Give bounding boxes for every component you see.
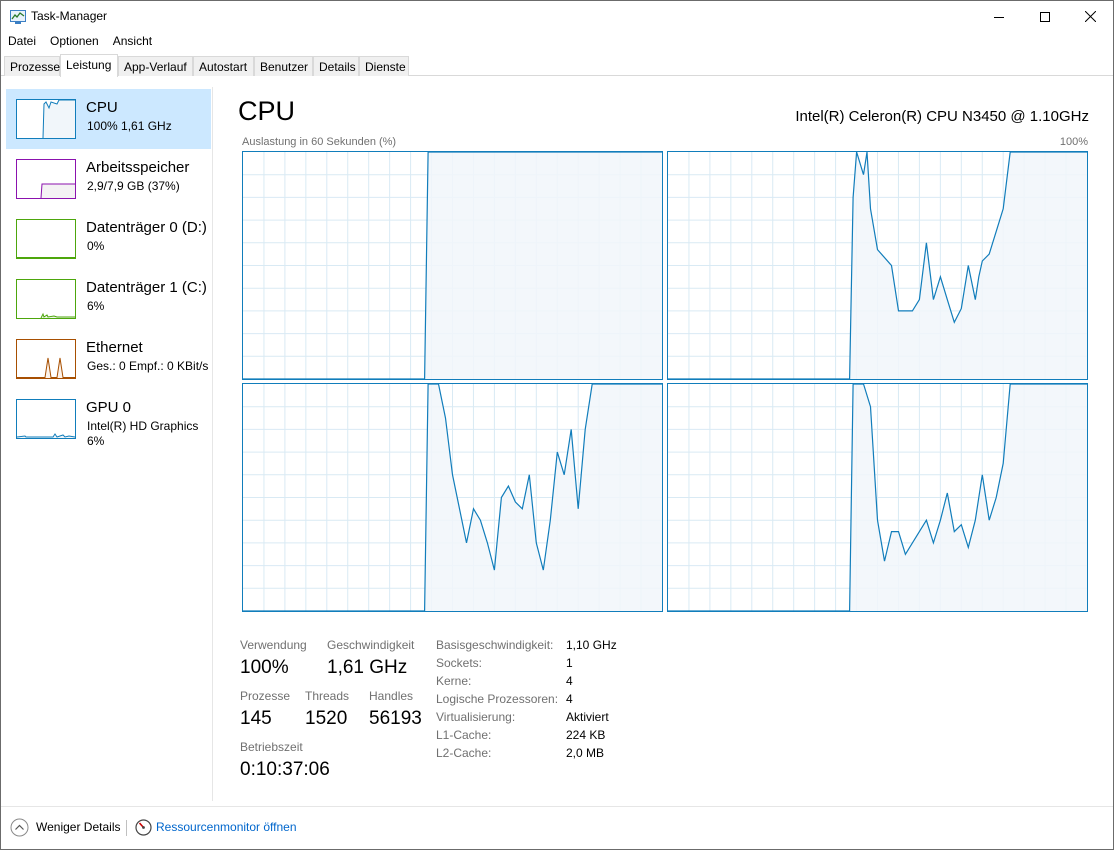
tab-details[interactable]: Details [313, 56, 359, 76]
sidebar-sub-cpu: 100% 1,61 GHz [87, 119, 172, 133]
threads-label: Threads [305, 689, 350, 703]
sidebar-item-disk-1[interactable]: Datenträger 1 (C:) 6% [6, 269, 211, 329]
chevron-up-icon[interactable] [10, 818, 29, 837]
sidebar-sub-memory: 2,9/7,9 GB (37%) [87, 179, 180, 193]
spec-l1-label: L1-Cache: [436, 728, 492, 742]
page-title: CPU [238, 96, 296, 126]
speed-value: 1,61 GHz [327, 657, 408, 678]
open-resource-monitor-link[interactable]: Ressourcenmonitor öffnen [156, 820, 297, 834]
footer-bar: Weniger Details Ressourcenmonitor öffnen [1, 806, 1113, 849]
spec-base-speed-value: 1,10 GHz [566, 638, 617, 652]
sidebar-item-gpu-0[interactable]: GPU 0 Intel(R) HD Graphics 6% [6, 389, 211, 449]
sidebar-sub-ethernet: Ges.: 0 Empf.: 0 KBit/s [87, 359, 209, 373]
cpu-thumbnail-graph [16, 99, 76, 139]
cpu-graph-core-0-plot [243, 152, 662, 379]
spec-virtualization-label: Virtualisierung: [436, 710, 516, 724]
threads-value: 1520 [305, 708, 348, 729]
sidebar-item-cpu[interactable]: CPU 100% 1,61 GHz [6, 89, 211, 149]
spec-logical-label: Logische Prozessoren: [436, 692, 559, 706]
cpu-graph-core-3 [667, 383, 1088, 612]
minimize-button[interactable] [976, 1, 1022, 32]
graph-max-label: 100% [1059, 136, 1088, 148]
tab-leistung[interactable]: Leistung [60, 54, 118, 77]
usage-label: Verwendung [240, 638, 307, 652]
close-button[interactable] [1067, 1, 1113, 32]
sidebar-sub-gpu-usage: 6% [87, 434, 105, 448]
tab-dienste[interactable]: Dienste [359, 56, 409, 76]
footer-divider [126, 820, 127, 836]
close-icon [1084, 11, 1096, 22]
cpu-graph-core-0 [242, 151, 663, 380]
usage-value: 100% [240, 657, 289, 678]
spec-l2-value: 2,0 MB [566, 746, 605, 760]
maximize-icon [1040, 11, 1050, 22]
sidebar-title-disk-0: Datenträger 0 (D:) [86, 219, 207, 236]
disk0-thumbnail-graph [16, 219, 76, 259]
cpu-graph-core-2-plot [243, 384, 662, 611]
spec-cores-value: 4 [566, 674, 573, 688]
cpu-graph-core-1-plot [668, 152, 1087, 379]
sidebar-title-disk-1: Datenträger 1 (C:) [86, 279, 207, 296]
sidebar-item-disk-0[interactable]: Datenträger 0 (D:) 0% [6, 209, 211, 269]
spec-virtualization-value: Aktiviert [566, 710, 609, 724]
sidebar-title-cpu: CPU [86, 99, 118, 116]
tab-app-verlauf[interactable]: App-Verlauf [118, 56, 193, 76]
memory-thumbnail-graph [16, 159, 76, 199]
cpu-model-name: Intel(R) Celeron(R) CPU N3450 @ 1.10GHz [795, 108, 1089, 125]
menu-ansicht[interactable]: Ansicht [106, 32, 159, 52]
sidebar-title-ethernet: Ethernet [86, 339, 143, 356]
resource-monitor-icon[interactable] [135, 819, 152, 836]
window-title: Task-Manager [31, 9, 108, 23]
tab-bar: Prozesse Leistung App-Verlauf Autostart … [1, 54, 1113, 77]
cpu-graph-core-2 [242, 383, 663, 612]
maximize-button[interactable] [1022, 1, 1068, 32]
sidebar-sub-disk-1: 6% [87, 299, 105, 313]
processes-label: Prozesse [240, 689, 291, 703]
spec-logical-value: 4 [566, 692, 573, 706]
tab-autostart[interactable]: Autostart [193, 56, 254, 76]
sidebar-title-memory: Arbeitsspeicher [86, 159, 190, 176]
title-bar: Task-Manager [1, 1, 1113, 32]
menu-bar: Datei Optionen Ansicht [1, 32, 159, 52]
spec-cores-label: Kerne: [436, 674, 472, 688]
handles-value: 56193 [369, 708, 422, 729]
spec-sockets-label: Sockets: [436, 656, 483, 670]
spec-l2-label: L2-Cache: [436, 746, 492, 760]
tab-benutzer[interactable]: Benutzer [254, 56, 313, 76]
cpu-graph-core-3-plot [668, 384, 1087, 611]
uptime-value: 0:10:37:06 [240, 759, 330, 780]
sidebar-item-arbeitsspeicher[interactable]: Arbeitsspeicher 2,9/7,9 GB (37%) [6, 149, 211, 209]
graph-caption: Auslastung in 60 Sekunden (%) [242, 136, 397, 148]
task-manager-icon [10, 10, 26, 24]
sidebar-sub-gpu-model: Intel(R) HD Graphics [87, 419, 199, 433]
spec-sockets-value: 1 [566, 656, 573, 670]
resource-sidebar: CPU 100% 1,61 GHz Arbeitsspeicher 2,9/7,… [3, 87, 213, 801]
sidebar-sub-disk-0: 0% [87, 239, 105, 253]
task-manager-window: Task-Manager Datei Optionen Ansicht Proz… [0, 0, 1114, 850]
processes-value: 145 [240, 708, 272, 729]
menu-datei[interactable]: Datei [1, 32, 43, 52]
ethernet-thumbnail-graph [16, 339, 76, 379]
sidebar-sub-gpu: Intel(R) HD Graphics 6% [87, 419, 198, 449]
speed-label: Geschwindigkeit [327, 638, 415, 652]
cpu-graph-core-1 [667, 151, 1088, 380]
sidebar-item-ethernet[interactable]: Ethernet Ges.: 0 Empf.: 0 KBit/s [6, 329, 211, 389]
uptime-label: Betriebszeit [240, 740, 303, 754]
handles-label: Handles [369, 689, 414, 703]
spec-l1-value: 224 KB [566, 728, 606, 742]
menu-optionen[interactable]: Optionen [43, 32, 106, 52]
tab-prozesse[interactable]: Prozesse [4, 56, 60, 76]
spec-base-speed-label: Basisgeschwindigkeit: [436, 638, 554, 652]
gpu-thumbnail-graph [16, 399, 76, 439]
minimize-icon [994, 16, 1004, 18]
sidebar-title-gpu: GPU 0 [86, 399, 132, 416]
fewer-details-button[interactable]: Weniger Details [36, 820, 120, 834]
disk1-thumbnail-graph [16, 279, 76, 319]
